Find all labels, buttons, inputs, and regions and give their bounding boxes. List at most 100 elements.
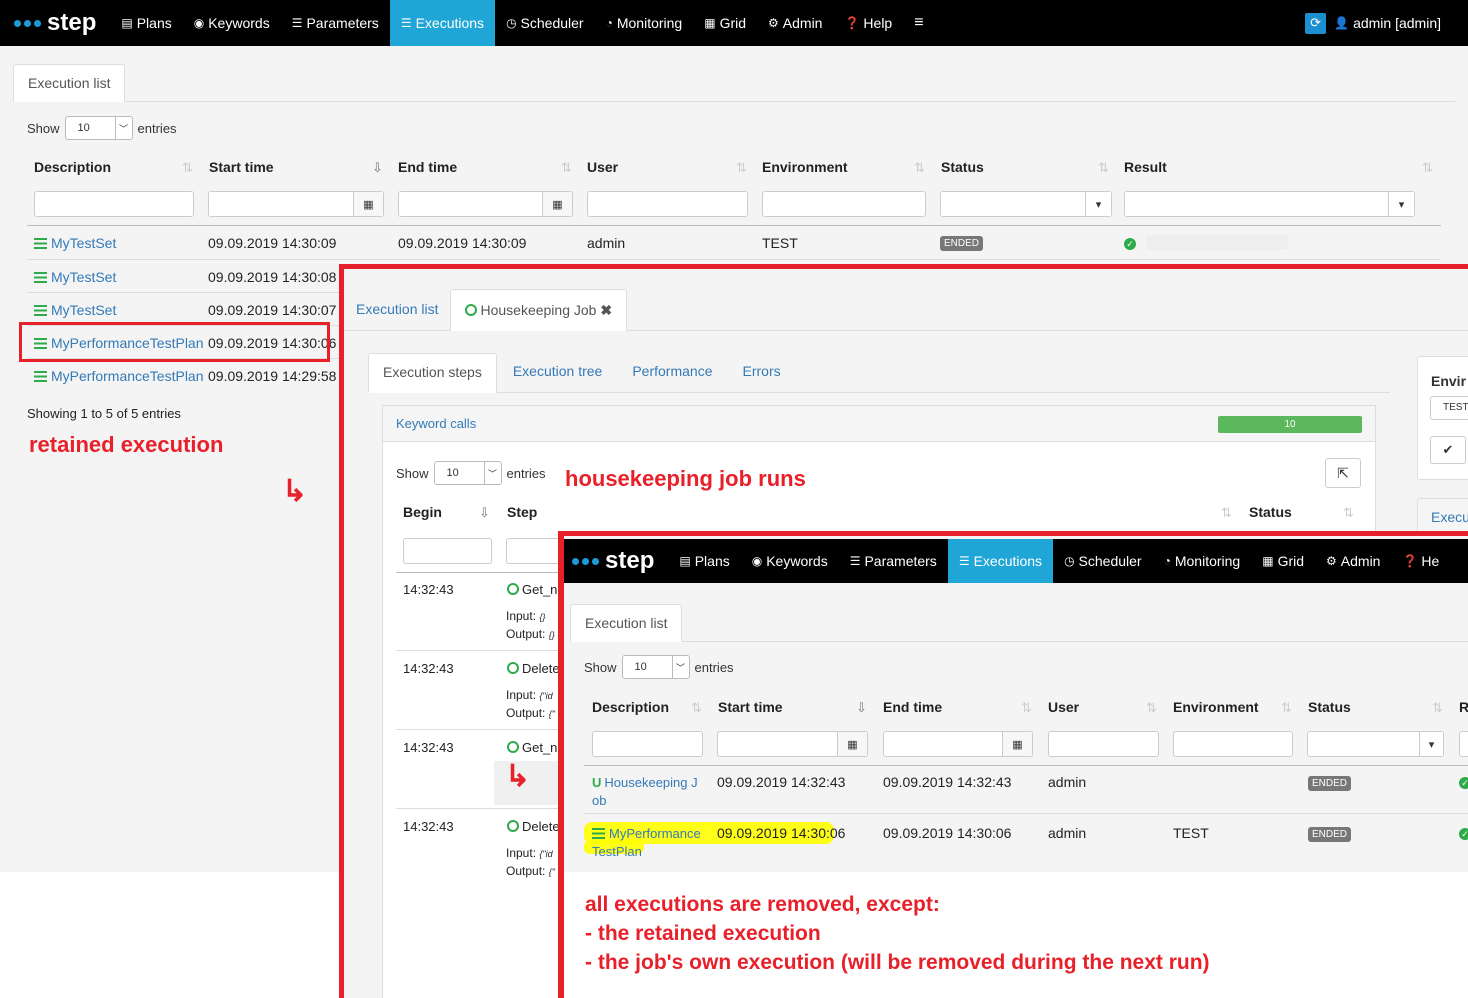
col-user[interactable]: User bbox=[1048, 699, 1079, 715]
nav-help[interactable]: ❓ Help bbox=[833, 0, 903, 46]
col-status[interactable]: Status bbox=[1249, 504, 1292, 520]
nav-admin[interactable]: ⚙ Admin bbox=[1315, 539, 1391, 583]
row-2-description[interactable]: MyTestSet bbox=[34, 269, 116, 285]
calendar-icon[interactable]: ▦ bbox=[837, 732, 867, 756]
nav-parameters[interactable]: ☰ Parameters bbox=[281, 0, 390, 46]
tab-execution-list[interactable]: Execution list bbox=[344, 289, 450, 330]
filter-environment[interactable] bbox=[762, 191, 926, 217]
page-length-select[interactable]: 10 ﹀ bbox=[621, 655, 690, 679]
sort-icon[interactable]: ⇅ bbox=[1221, 505, 1232, 521]
page-length-select[interactable]: 10 ﹀ bbox=[64, 116, 133, 140]
sort-icon[interactable]: ⇅ bbox=[1021, 700, 1032, 716]
row-1-description[interactable]: U Housekeeping Job bbox=[592, 774, 698, 810]
nav-plans[interactable]: ▤ Plans bbox=[668, 539, 740, 583]
col-environment[interactable]: Environment bbox=[1173, 699, 1259, 715]
nav-keywords[interactable]: ◉ Keywords bbox=[741, 539, 839, 583]
col-environment[interactable]: Environment bbox=[762, 159, 848, 175]
filter-result[interactable]: ▾ bbox=[1124, 191, 1415, 217]
chevron-down-icon[interactable]: ▾ bbox=[1388, 192, 1414, 216]
col-start-time[interactable]: Start time bbox=[209, 159, 274, 175]
execution-link[interactable]: Execu bbox=[1431, 509, 1468, 525]
nav-parameters[interactable]: ☰ Parameters bbox=[839, 539, 948, 583]
calendar-icon[interactable]: ▦ bbox=[1002, 732, 1032, 756]
nav-plans[interactable]: ▤ Plans bbox=[110, 0, 182, 46]
filter-start-time[interactable]: ▦ bbox=[717, 731, 868, 757]
logo[interactable]: step bbox=[14, 9, 96, 37]
step-4-name[interactable]: Delete bbox=[507, 819, 560, 834]
user-menu[interactable]: 👤 admin [admin] bbox=[1332, 0, 1452, 46]
nav-monitoring[interactable]: ◔ Monitoring bbox=[595, 0, 694, 46]
sort-icon[interactable]: ⇅ bbox=[1432, 700, 1443, 716]
filter-user[interactable] bbox=[587, 191, 748, 217]
sort-icon[interactable]: ⇅ bbox=[1146, 700, 1157, 716]
filter-status[interactable]: ▾ bbox=[1307, 731, 1444, 757]
col-result[interactable]: Result bbox=[1124, 159, 1167, 175]
tab-execution-steps[interactable]: Execution steps bbox=[368, 353, 497, 393]
calendar-icon[interactable]: ▦ bbox=[542, 192, 572, 216]
sort-icon[interactable]: ⇅ bbox=[1098, 160, 1109, 176]
sort-desc-icon[interactable]: ⇩ bbox=[479, 505, 490, 521]
nav-monitoring[interactable]: ◔ Monitoring bbox=[1153, 539, 1252, 583]
filter-user[interactable] bbox=[1048, 731, 1159, 757]
nav-scheduler[interactable]: ◷ Scheduler bbox=[495, 0, 595, 46]
filter-begin[interactable] bbox=[403, 538, 492, 564]
nav-keywords[interactable]: ◉ Keywords bbox=[183, 0, 281, 46]
col-begin[interactable]: Begin bbox=[403, 504, 442, 520]
sort-icon[interactable]: ⇅ bbox=[736, 160, 747, 176]
environment-select[interactable]: TEST bbox=[1430, 396, 1468, 420]
sort-icon[interactable]: ⇅ bbox=[691, 700, 702, 716]
filter-result[interactable] bbox=[1459, 731, 1468, 757]
sort-desc-icon[interactable]: ⇩ bbox=[372, 160, 383, 176]
logo[interactable]: step bbox=[572, 547, 654, 575]
filter-end-time[interactable]: ▦ bbox=[883, 731, 1033, 757]
keyword-calls-title[interactable]: Keyword calls bbox=[396, 416, 476, 431]
tab-errors[interactable]: Errors bbox=[727, 353, 795, 392]
col-status[interactable]: Status bbox=[1308, 699, 1351, 715]
sort-icon[interactable]: ⇅ bbox=[914, 160, 925, 176]
row-3-description[interactable]: MyTestSet bbox=[34, 302, 116, 318]
refresh-icon[interactable]: ⟳ bbox=[1305, 12, 1327, 34]
sort-desc-icon[interactable]: ⇩ bbox=[856, 700, 867, 716]
tab-housekeeping-job[interactable]: Housekeeping Job ✖ bbox=[450, 289, 628, 331]
export-button[interactable]: ⇱ bbox=[1325, 458, 1361, 488]
tab-execution-tree[interactable]: Execution tree bbox=[497, 353, 617, 392]
close-icon[interactable]: ✖ bbox=[600, 302, 612, 318]
tab-performance[interactable]: Performance bbox=[616, 353, 726, 392]
col-step[interactable]: Step bbox=[507, 504, 537, 520]
nav-executions[interactable]: ☰ Executions bbox=[389, 0, 496, 46]
step-3-name[interactable]: Get_n bbox=[507, 740, 557, 755]
col-user[interactable]: User bbox=[587, 159, 618, 175]
nav-scheduler[interactable]: ◷ Scheduler bbox=[1053, 539, 1153, 583]
row-2-description[interactable]: MyPerformance TestPlan bbox=[592, 825, 701, 861]
sort-icon[interactable]: ⇅ bbox=[1343, 505, 1354, 521]
filter-status[interactable]: ▾ bbox=[940, 191, 1112, 217]
filter-end-time[interactable]: ▦ bbox=[398, 191, 573, 217]
step-2-name[interactable]: Delete bbox=[507, 661, 560, 676]
filter-description[interactable] bbox=[592, 731, 703, 757]
step-1-name[interactable]: Get_n bbox=[507, 582, 557, 597]
page-length-select[interactable]: 10 ﹀ bbox=[433, 461, 502, 485]
sort-icon[interactable]: ⇅ bbox=[561, 160, 572, 176]
filter-environment[interactable] bbox=[1173, 731, 1293, 757]
calendar-icon[interactable]: ▦ bbox=[353, 192, 383, 216]
filter-start-time[interactable]: ▦ bbox=[208, 191, 384, 217]
row-1-description[interactable]: MyTestSet bbox=[34, 235, 116, 251]
nav-grid[interactable]: ▦ Grid bbox=[1251, 539, 1315, 583]
nav-help[interactable]: ❓ He bbox=[1391, 539, 1450, 583]
nav-grid[interactable]: ▦ Grid bbox=[693, 0, 757, 46]
sort-icon[interactable]: ⇅ bbox=[1422, 160, 1433, 176]
sort-icon[interactable]: ⇅ bbox=[182, 160, 193, 176]
nav-executions[interactable]: ☰ Executions bbox=[947, 539, 1054, 583]
col-end-time[interactable]: End time bbox=[883, 699, 942, 715]
col-description[interactable]: Description bbox=[34, 159, 111, 175]
tab-execution-list[interactable]: Execution list bbox=[570, 604, 683, 642]
col-description[interactable]: Description bbox=[592, 699, 669, 715]
col-status[interactable]: Status bbox=[941, 159, 984, 175]
tab-execution-list[interactable]: Execution list bbox=[13, 64, 126, 102]
menu-icon[interactable]: ≡ bbox=[903, 0, 934, 46]
filter-description[interactable] bbox=[34, 191, 194, 217]
chevron-down-icon[interactable]: ▾ bbox=[1419, 732, 1443, 756]
col-start-time[interactable]: Start time bbox=[718, 699, 783, 715]
sort-icon[interactable]: ⇅ bbox=[1281, 700, 1292, 716]
row-5-description[interactable]: MyPerformanceTestPlan bbox=[34, 368, 204, 384]
